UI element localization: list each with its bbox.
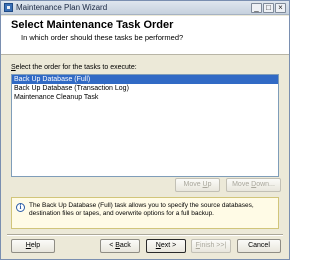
footer-separator bbox=[7, 234, 283, 236]
wizard-window: Maintenance Plan Wizard _ □ × Select Mai… bbox=[0, 0, 290, 260]
task-list-label: Select the order for the tasks to execut… bbox=[11, 64, 137, 71]
title-bar[interactable]: Maintenance Plan Wizard _ □ × bbox=[1, 1, 289, 15]
task-description-box: i The Back Up Database (Full) task allow… bbox=[11, 197, 279, 229]
list-item[interactable]: Back Up Database (Transaction Log) bbox=[12, 84, 278, 93]
page-header: Select Maintenance Task Order In which o… bbox=[1, 16, 289, 55]
page-title: Select Maintenance Task Order bbox=[11, 19, 174, 31]
finish-suffix: >>| bbox=[214, 242, 227, 249]
task-description-text: The Back Up Database (Full) task allows … bbox=[29, 202, 254, 217]
cancel-button[interactable]: Cancel bbox=[237, 239, 281, 253]
finish-button[interactable]: Finish >>| bbox=[191, 239, 231, 253]
move-down-label-rest: own... bbox=[256, 181, 275, 188]
move-up-label-rest: p bbox=[207, 181, 212, 188]
move-up-label: Move bbox=[183, 181, 203, 188]
help-button[interactable]: Help bbox=[11, 239, 55, 253]
help-label: elp bbox=[30, 242, 41, 249]
next-button[interactable]: Next > bbox=[146, 239, 186, 253]
info-icon: i bbox=[16, 203, 25, 212]
move-down-label: Move bbox=[232, 181, 252, 188]
finish-label: inish bbox=[199, 242, 215, 249]
list-item[interactable]: Maintenance Cleanup Task bbox=[12, 93, 278, 102]
page-subtitle: In which order should these tasks be per… bbox=[21, 33, 184, 42]
list-item[interactable]: Back Up Database (Full) bbox=[12, 75, 278, 84]
close-button[interactable]: × bbox=[275, 3, 286, 13]
task-list-label-text: elect the order for the tasks to execute… bbox=[15, 64, 137, 71]
window-title: Maintenance Plan Wizard bbox=[16, 3, 108, 12]
maximize-button[interactable]: □ bbox=[263, 3, 274, 13]
task-order-list[interactable]: Back Up Database (Full) Back Up Database… bbox=[11, 74, 279, 177]
minimize-button[interactable]: _ bbox=[251, 3, 262, 13]
back-label: ack bbox=[119, 242, 131, 249]
back-button[interactable]: < Back bbox=[100, 239, 140, 253]
app-icon bbox=[4, 3, 13, 12]
move-up-button[interactable]: Move Up bbox=[175, 178, 220, 192]
next-label: ext > bbox=[160, 242, 177, 249]
move-down-button[interactable]: Move Down... bbox=[226, 178, 281, 192]
